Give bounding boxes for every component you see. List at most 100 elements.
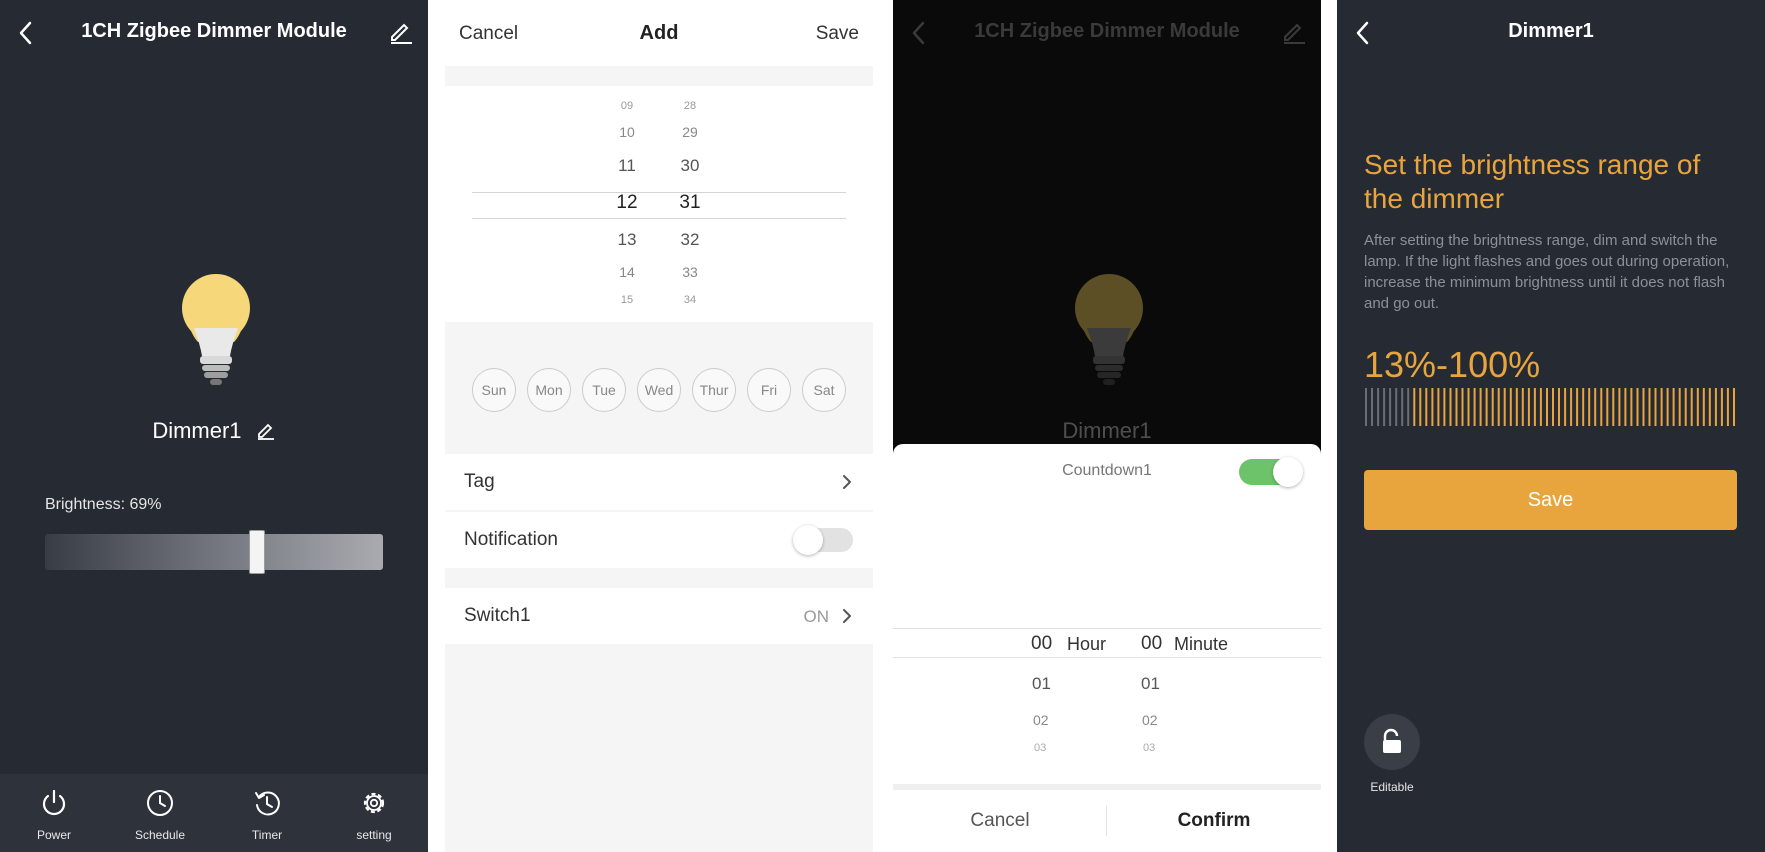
bulb-icon[interactable] — [178, 272, 254, 392]
day-fri[interactable]: Fri — [747, 368, 791, 412]
switch-label: Switch1 — [464, 605, 531, 626]
hour-option[interactable]: 01 — [1032, 674, 1051, 694]
save-button[interactable]: Save — [1364, 470, 1737, 530]
header: Cancel Add Save — [445, 0, 873, 66]
day-tue[interactable]: Tue — [582, 368, 626, 412]
range-tick — [1546, 388, 1548, 426]
picker-divider — [472, 192, 846, 193]
day-thur[interactable]: Thur — [692, 368, 736, 412]
range-value: 13%-100% — [1364, 344, 1541, 385]
confirm-button[interactable]: Confirm — [1107, 810, 1321, 832]
hour-option[interactable]: 13 — [607, 230, 647, 250]
day-sat[interactable]: Sat — [802, 368, 846, 412]
range-tick — [1407, 388, 1410, 426]
back-arrow-icon[interactable] — [1353, 18, 1373, 48]
edit-pencil-icon — [1284, 23, 1305, 44]
page-title: Add — [639, 22, 679, 44]
hour-option[interactable]: 03 — [1034, 742, 1046, 754]
hour-option[interactable]: 14 — [607, 264, 647, 280]
minute-option[interactable]: 30 — [670, 156, 710, 176]
minute-option[interactable]: 01 — [1141, 674, 1160, 694]
range-tick — [1521, 388, 1524, 426]
save-button[interactable]: Save — [816, 23, 859, 45]
range-tick — [1672, 388, 1675, 426]
nav-schedule[interactable]: Schedule — [110, 788, 210, 842]
minute-option[interactable]: 02 — [1142, 712, 1158, 728]
minute-option[interactable]: 34 — [670, 294, 710, 306]
repeat-days: Sun Mon Tue Wed Thur Fri Sat — [445, 322, 873, 452]
hour-option[interactable]: 02 — [1033, 712, 1049, 728]
notification-toggle[interactable] — [793, 525, 853, 555]
nav-timer[interactable]: Timer — [217, 788, 317, 842]
brightness-slider-track[interactable] — [45, 534, 383, 570]
minute-option[interactable]: 33 — [670, 264, 710, 280]
range-tick — [1642, 388, 1645, 426]
range-tick — [1461, 388, 1464, 426]
minute-option[interactable]: 28 — [670, 100, 710, 112]
nav-power-label: Power — [36, 828, 71, 842]
range-tick — [1714, 388, 1717, 426]
power-icon — [42, 789, 66, 816]
rename-pencil-icon[interactable] — [256, 420, 276, 440]
page-title: 1CH Zigbee Dimmer Module — [974, 20, 1240, 42]
range-tick — [1497, 388, 1500, 426]
range-tick — [1515, 388, 1518, 426]
minute-unit: Minute — [1174, 634, 1229, 654]
day-wed[interactable]: Wed — [637, 368, 681, 412]
hour-option[interactable]: 11 — [607, 156, 647, 176]
picker-divider — [472, 218, 846, 219]
range-tick — [1365, 388, 1367, 426]
toggle-knob — [793, 525, 823, 555]
cancel-button[interactable]: Cancel — [893, 810, 1107, 832]
nav-setting-label: setting — [356, 828, 392, 842]
range-tick — [1684, 388, 1687, 426]
minute-option[interactable]: 29 — [670, 124, 710, 140]
notification-label: Notification — [464, 529, 558, 550]
brightness-label: Brightness: 69% — [45, 496, 162, 513]
minute-option[interactable]: 03 — [1143, 742, 1155, 754]
brightness-slider-thumb[interactable] — [249, 530, 266, 574]
range-tick — [1600, 388, 1603, 426]
brightness-range-bar[interactable] — [1364, 388, 1738, 426]
nav-timer-label: Timer — [251, 828, 283, 842]
range-tick — [1690, 388, 1693, 426]
hour-option[interactable]: 09 — [607, 100, 647, 112]
range-tick — [1726, 388, 1729, 426]
range-tick — [1425, 388, 1428, 426]
lock-button[interactable] — [1364, 714, 1420, 770]
range-tick — [1570, 388, 1573, 426]
device-name: Dimmer1 — [0, 418, 428, 444]
minute-selected[interactable]: 00 — [1141, 633, 1162, 655]
nav-schedule-label: Schedule — [134, 828, 186, 842]
back-arrow-icon[interactable] — [16, 18, 36, 48]
countdown-screen: 1CH Zigbee Dimmer Module Dimmer1 Countdo… — [893, 0, 1321, 852]
minute-option[interactable]: 32 — [670, 230, 710, 250]
nav-power[interactable]: Power — [4, 788, 104, 842]
range-tick — [1479, 388, 1482, 426]
day-mon[interactable]: Mon — [527, 368, 571, 412]
edit-pencil-icon[interactable] — [388, 18, 414, 44]
minute-selected[interactable]: 31 — [670, 192, 710, 214]
hour-unit: Hour — [1067, 634, 1107, 654]
range-tick — [1527, 388, 1530, 426]
range-tick — [1389, 388, 1392, 426]
range-tick — [1431, 388, 1434, 426]
range-heading: Set the brightness range of the dimmer — [1364, 149, 1701, 214]
switch-row[interactable]: Switch1 ON — [445, 588, 873, 644]
hour-option[interactable]: 10 — [607, 124, 647, 140]
nav-setting[interactable]: setting — [324, 788, 424, 842]
range-tick — [1377, 388, 1380, 426]
day-sun[interactable]: Sun — [472, 368, 516, 412]
hour-selected[interactable]: 12 — [607, 192, 647, 214]
countdown-toggle[interactable] — [1239, 457, 1303, 487]
countdown-sheet: Countdown1 00 Hour 00 Minute 01 02 03 01… — [893, 444, 1321, 852]
range-tick — [1612, 388, 1615, 426]
picker-divider — [893, 657, 1321, 658]
time-picker[interactable]: 09 10 11 12 13 14 15 28 29 30 31 32 33 3… — [445, 86, 873, 322]
gear-icon — [363, 792, 385, 814]
hour-selected[interactable]: 00 — [1031, 633, 1052, 655]
range-tick — [1371, 388, 1373, 426]
hour-option[interactable]: 15 — [607, 294, 647, 306]
range-tick — [1733, 388, 1735, 426]
tag-row[interactable]: Tag — [445, 454, 873, 510]
